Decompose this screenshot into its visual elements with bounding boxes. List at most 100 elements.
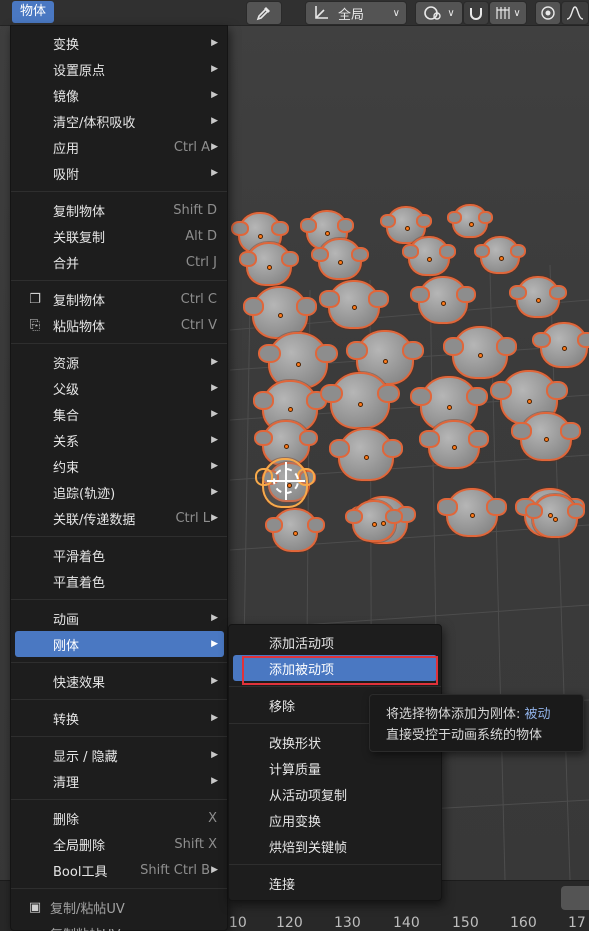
submenu-arrow-icon: ▶: [211, 676, 218, 686]
menu-item[interactable]: 烘焙到关键帧: [233, 833, 437, 859]
object-origin-dot: [498, 255, 504, 261]
menu-separator: [11, 191, 227, 192]
object-origin-dot: [536, 297, 542, 303]
snap-toggle[interactable]: [463, 1, 489, 25]
menu-item[interactable]: 应用 Ctrl A ▶: [15, 134, 224, 160]
menu-item[interactable]: 从活动项复制: [233, 781, 437, 807]
menu-item-label: 关联/传递数据: [53, 512, 136, 528]
frame-label: 150: [452, 915, 479, 931]
menu-item[interactable]: 添加活动项: [233, 629, 437, 655]
object-origin-dot: [468, 221, 474, 227]
menu-item[interactable]: 约束 ▶: [15, 453, 224, 479]
menu-item[interactable]: ⎘ 粘贴物体 Ctrl V: [15, 312, 224, 338]
monkey-object[interactable]: [319, 280, 389, 329]
menu-item-label: 变换: [53, 37, 80, 53]
menu-item[interactable]: ▣ 复制/粘帖UV: [15, 894, 224, 920]
snap-grid-icon: [496, 7, 510, 19]
menu-item[interactable]: Bool工具 Shift Ctrl B ▶: [15, 857, 224, 883]
menu-item[interactable]: 复制粘帖UV: [15, 920, 224, 931]
eyedropper-button[interactable]: [246, 1, 282, 25]
menu-item[interactable]: 复制物体 Shift D: [15, 197, 224, 223]
menu-item[interactable]: 刚体 ▶: [15, 631, 224, 657]
snap-icon: [470, 8, 482, 20]
monkey-object[interactable]: [511, 412, 581, 461]
monkey-object[interactable]: [509, 276, 567, 318]
menu-item[interactable]: 镜像 ▶: [15, 82, 224, 108]
eyedropper-icon: [256, 7, 270, 21]
menu-item[interactable]: 设置原点 ▶: [15, 56, 224, 82]
monkey-object[interactable]: [311, 238, 369, 280]
menu-separator: [11, 799, 227, 800]
monkey-object[interactable]: [264, 508, 326, 552]
menu-item[interactable]: 平滑着色: [15, 542, 224, 568]
menu-item[interactable]: 关联复制 Alt D: [15, 223, 224, 249]
submenu-arrow-icon: ▶: [211, 142, 218, 152]
pivot-point-dropdown[interactable]: ∨: [415, 1, 463, 25]
menu-item[interactable]: 资源 ▶: [15, 349, 224, 375]
menu-item-shortcut: Ctrl A: [173, 139, 210, 155]
menu-item[interactable]: 连接: [233, 870, 437, 896]
submenu-arrow-icon: ▶: [211, 613, 218, 623]
monkey-object[interactable]: [446, 204, 494, 238]
menu-item[interactable]: 转换 ▶: [15, 705, 224, 731]
monkey-object[interactable]: [238, 242, 300, 286]
monkey-object[interactable]: [437, 488, 507, 537]
menu-item[interactable]: 父级 ▶: [15, 375, 224, 401]
snap-target-dropdown[interactable]: ∨: [489, 1, 527, 25]
monkey-object[interactable]: [442, 326, 518, 379]
monkey-object[interactable]: [345, 500, 403, 542]
falloff-dropdown[interactable]: [561, 1, 589, 25]
menu-item[interactable]: 吸附 ▶: [15, 160, 224, 186]
object-origin-dot: [287, 407, 293, 413]
menu-item[interactable]: 删除 X: [15, 805, 224, 831]
menu-item[interactable]: 应用变换: [233, 807, 437, 833]
submenu-arrow-icon: ▶: [211, 713, 218, 723]
menu-separator: [11, 662, 227, 663]
menu-item[interactable]: 清空/体积吸收 ▶: [15, 108, 224, 134]
menu-item[interactable]: 添加被动项: [233, 655, 437, 681]
menu-separator: [11, 343, 227, 344]
proportional-edit-toggle[interactable]: [535, 1, 561, 25]
menu-item[interactable]: 关联/传递数据 Ctrl L ▶: [15, 505, 224, 531]
menu-item-label: 清空/体积吸收: [53, 115, 136, 131]
menu-item-label: 应用: [53, 141, 80, 157]
monkey-object[interactable]: [419, 420, 489, 469]
monkey-object[interactable]: [401, 236, 457, 276]
timeline-control[interactable]: [561, 886, 589, 910]
menu-item-label: 快速效果: [53, 675, 106, 691]
object-menu-button[interactable]: 物体: [12, 1, 55, 23]
object-origin-dot: [452, 445, 458, 451]
menu-separator: [11, 280, 227, 281]
menu-item[interactable]: 清理 ▶: [15, 768, 224, 794]
menu-separator: [229, 864, 441, 865]
transform-orientation-dropdown[interactable]: 全局 ∨: [305, 1, 407, 25]
monkey-object[interactable]: [474, 236, 526, 274]
monkey-object[interactable]: [409, 276, 477, 324]
menu-item[interactable]: 计算质量: [233, 755, 437, 781]
menu-item[interactable]: 变换 ▶: [15, 30, 224, 56]
monkey-object[interactable]: [328, 428, 404, 481]
menu-item[interactable]: 平直着色: [15, 568, 224, 594]
menu-item[interactable]: 全局删除 Shift X: [15, 831, 224, 857]
object-origin-dot: [562, 345, 568, 351]
tooltip-line-1: 将选择物体添加为刚体: 被动: [386, 704, 583, 725]
falloff-icon: [566, 6, 584, 20]
menu-item[interactable]: ❐ 复制物体 Ctrl C: [15, 286, 224, 312]
object-menu: 变换 ▶ 设置原点 ▶ 镜像 ▶ 清空/体积吸收 ▶ 应用 Ctrl A ▶ 吸附 ▶ 复制物体 Shift…: [10, 25, 228, 931]
menu-item[interactable]: 显示 / 隐藏 ▶: [15, 742, 224, 768]
monkey-object[interactable]: [532, 322, 589, 368]
monkey-object[interactable]: [524, 494, 586, 538]
menu-item[interactable]: 合并 Ctrl J: [15, 249, 224, 275]
menu-item[interactable]: 快速效果 ▶: [15, 668, 224, 694]
menu-item-label: 约束: [53, 460, 80, 476]
menu-item[interactable]: 集合 ▶: [15, 401, 224, 427]
object-origin-dot: [382, 358, 388, 364]
object-origin-dot: [295, 361, 301, 367]
object-origin-dot: [427, 256, 433, 262]
menu-item[interactable]: 追踪(轨迹) ▶: [15, 479, 224, 505]
menu-item[interactable]: 动画 ▶: [15, 605, 224, 631]
menu-item-label: 资源: [53, 356, 80, 372]
menu-item[interactable]: 关系 ▶: [15, 427, 224, 453]
monkey-object[interactable]: [319, 372, 401, 429]
3d-cursor[interactable]: [267, 462, 305, 500]
